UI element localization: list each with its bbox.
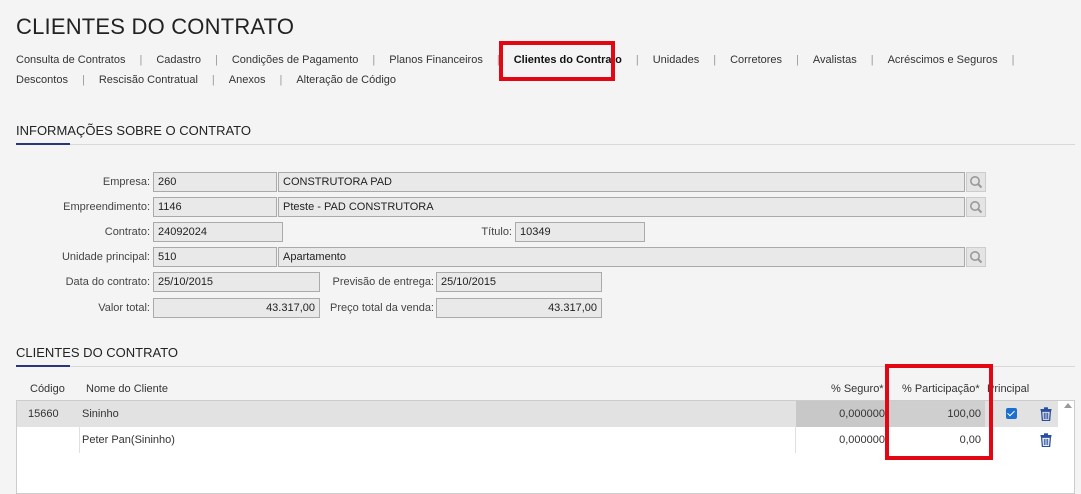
tab-separator: | (713, 54, 717, 66)
tabs-row-2: Descontos | Rescisão Contratual | Anexos | … (16, 74, 396, 86)
tab-separator: | (372, 54, 376, 66)
column-header-principal[interactable]: Principal (987, 383, 1029, 395)
cell-participacao[interactable]: 100,00 (887, 401, 985, 427)
titulo-label: Título: (481, 226, 512, 238)
data-contrato-label: Data do contrato: (65, 276, 150, 288)
tab-separator: | (496, 54, 500, 66)
clients-grid-body: 15660 Sininho 0,000000 100,00 Peter Pan(… (16, 400, 1075, 494)
tab-separator: | (139, 54, 143, 66)
tab-separator: | (81, 74, 85, 86)
column-header-nome[interactable]: Nome do Cliente (86, 383, 168, 395)
magnifier-icon (970, 201, 983, 214)
column-header-codigo[interactable]: Código (30, 383, 65, 395)
tab-separator: | (211, 74, 215, 86)
unidade-code-field[interactable]: 510 (153, 247, 277, 267)
cell-codigo: 15660 (28, 408, 59, 420)
empreendimento-lookup-button[interactable] (966, 197, 986, 217)
section-clients-divider (16, 365, 1075, 367)
valor-total-field[interactable]: 43.317,00 (153, 298, 320, 318)
column-header-participacao[interactable]: % Participação* (902, 383, 980, 395)
magnifier-icon (970, 251, 983, 264)
tab-unidades[interactable]: Unidades (653, 54, 699, 66)
cell-participacao[interactable]: 0,00 (887, 427, 985, 453)
empresa-name-field[interactable]: CONSTRUTORA PAD (278, 172, 965, 192)
tab-separator: | (214, 54, 218, 66)
column-header-seguro[interactable]: % Seguro* (831, 383, 884, 395)
previsao-entrega-field[interactable]: 25/10/2015 (436, 272, 602, 292)
tab-separator: | (870, 54, 874, 66)
clients-grid: Código Nome do Cliente % Seguro* % Parti… (16, 378, 1075, 494)
cell-nome: Peter Pan(Sininho) (82, 434, 175, 446)
tab-acrescimos-e-seguros[interactable]: Acréscimos e Seguros (888, 54, 998, 66)
tab-descontos[interactable]: Descontos (16, 74, 68, 86)
page-title: CLIENTES DO CONTRATO (16, 14, 295, 39)
cell-nome: Sininho (82, 408, 119, 420)
empreendimento-code-field[interactable]: 1146 (153, 197, 277, 217)
trash-icon[interactable] (1040, 433, 1052, 447)
data-contrato-field[interactable]: 25/10/2015 (153, 272, 320, 292)
tab-separator: | (1011, 54, 1015, 66)
empreendimento-name-field[interactable]: Pteste - PAD CONSTRUTORA (278, 197, 965, 217)
cell-divider (79, 427, 80, 453)
valor-total-label: Valor total: (98, 302, 150, 314)
principal-checkbox[interactable] (1006, 408, 1017, 419)
tab-avalistas[interactable]: Avalistas (813, 54, 857, 66)
section-info-divider (16, 143, 1075, 145)
cell-seguro[interactable]: 0,000000 (796, 427, 887, 453)
tab-corretores[interactable]: Corretores (730, 54, 782, 66)
tab-separator: | (635, 54, 639, 66)
contrato-field[interactable]: 24092024 (153, 222, 283, 242)
titulo-field[interactable]: 10349 (515, 222, 645, 242)
table-row[interactable]: Peter Pan(Sininho) 0,000000 0,00 (17, 427, 1058, 453)
unidade-lookup-button[interactable] (966, 247, 986, 267)
contrato-label: Contrato: (104, 226, 150, 238)
preco-total-venda-field[interactable]: 43.317,00 (436, 298, 602, 318)
unidade-name-field[interactable]: Apartamento (278, 247, 965, 267)
tabs-row-1: Consulta de Contratos | Cadastro | Condiçõ… (16, 54, 1028, 66)
tab-planos-financeiros[interactable]: Planos Financeiros (389, 54, 483, 66)
tab-clientes-do-contrato[interactable]: Clientes do Contrato (514, 54, 622, 66)
empresa-lookup-button[interactable] (966, 172, 986, 192)
tab-cadastro[interactable]: Cadastro (156, 54, 201, 66)
empreendimento-label: Empreendimento: (63, 201, 150, 213)
tab-separator: | (279, 74, 283, 86)
tab-alteracao-de-codigo[interactable]: Alteração de Código (296, 74, 396, 86)
tab-condicoes-de-pagamento[interactable]: Condições de Pagamento (232, 54, 359, 66)
scroll-up-arrow-icon[interactable] (1064, 403, 1072, 408)
preco-total-venda-label: Preço total da venda: (330, 302, 434, 314)
tab-rescisao-contratual[interactable]: Rescisão Contratual (99, 74, 198, 86)
tab-separator: | (796, 54, 799, 66)
empresa-label: Empresa: (102, 176, 150, 188)
previsao-entrega-label: Previsão de entrega: (332, 276, 434, 288)
unidade-principal-label: Unidade principal: (61, 251, 150, 263)
tab-consulta-de-contratos[interactable]: Consulta de Contratos (16, 54, 125, 66)
table-row[interactable]: 15660 Sininho 0,000000 100,00 (17, 401, 1058, 427)
empresa-code-field[interactable]: 260 (153, 172, 277, 192)
magnifier-icon (970, 176, 983, 189)
section-clients-title: CLIENTES DO CONTRATO (16, 345, 179, 360)
tab-anexos[interactable]: Anexos (229, 74, 266, 86)
trash-icon[interactable] (1040, 407, 1052, 421)
cell-seguro[interactable]: 0,000000 (796, 401, 887, 427)
section-info-title: INFORMAÇÕES SOBRE O CONTRATO (16, 123, 251, 138)
